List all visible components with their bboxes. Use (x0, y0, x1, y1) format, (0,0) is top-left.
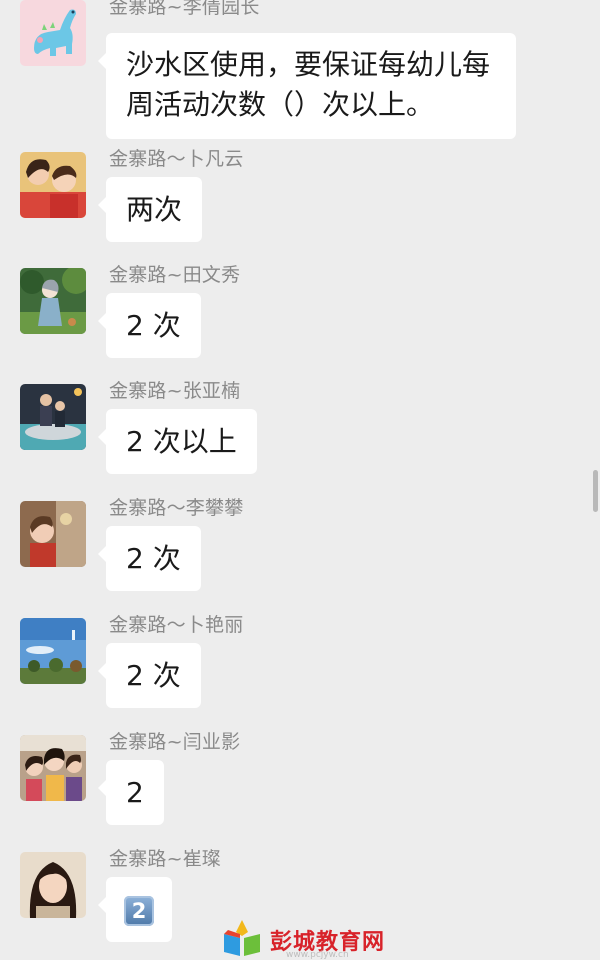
mother-child-photo-avatar[interactable] (20, 152, 86, 218)
keycap-digit-emoji: 2 (124, 896, 154, 926)
message-bubble[interactable]: 2 次 (98, 526, 201, 591)
message-bubble[interactable]: 2 次 (98, 293, 201, 358)
message-bubble[interactable]: 2 次 (98, 643, 201, 708)
sender-name: 金寨路～卜凡云 (109, 148, 244, 170)
sender-name: 金寨路~李倩园长 (109, 0, 260, 18)
message-bubble[interactable]: 2 (98, 760, 164, 825)
sender-name: 金寨路～李攀攀 (109, 497, 244, 519)
blue-dinosaur-avatar[interactable] (20, 0, 86, 66)
child-photo-avatar[interactable] (20, 501, 86, 567)
book-logo-icon (224, 920, 260, 956)
illustrated-girl-forest-avatar[interactable] (20, 268, 86, 334)
message-bubble[interactable]: 沙水区使用，要保证每幼儿每周活动次数（）次以上。 (98, 33, 516, 139)
message-bubble[interactable]: 2 (98, 877, 172, 942)
family-photo-avatar[interactable] (20, 384, 86, 450)
group-selfie-avatar[interactable] (20, 735, 86, 801)
woman-portrait-avatar[interactable] (20, 852, 86, 918)
sender-name: 金寨路~张亚楠 (109, 380, 241, 402)
scrollbar[interactable] (593, 470, 598, 512)
message-bubble[interactable]: 2 次以上 (98, 409, 257, 474)
message-bubble[interactable]: 两次 (97, 177, 203, 242)
watermark: 彭城教育网 www.pcjyw.cn (220, 920, 390, 960)
sender-name: 金寨路~崔璨 (109, 848, 222, 870)
sky-landscape-avatar[interactable] (20, 618, 86, 684)
chat-message-list[interactable]: 金寨路~李倩园长 沙水区使用，要保证每幼儿每周活动次数（）次以上。 金寨路～卜凡… (0, 0, 600, 959)
sender-name: 金寨路~闫业影 (109, 731, 241, 753)
sender-name: 金寨路～卜艳丽 (109, 614, 244, 636)
sender-name: 金寨路~田文秀 (109, 264, 241, 286)
